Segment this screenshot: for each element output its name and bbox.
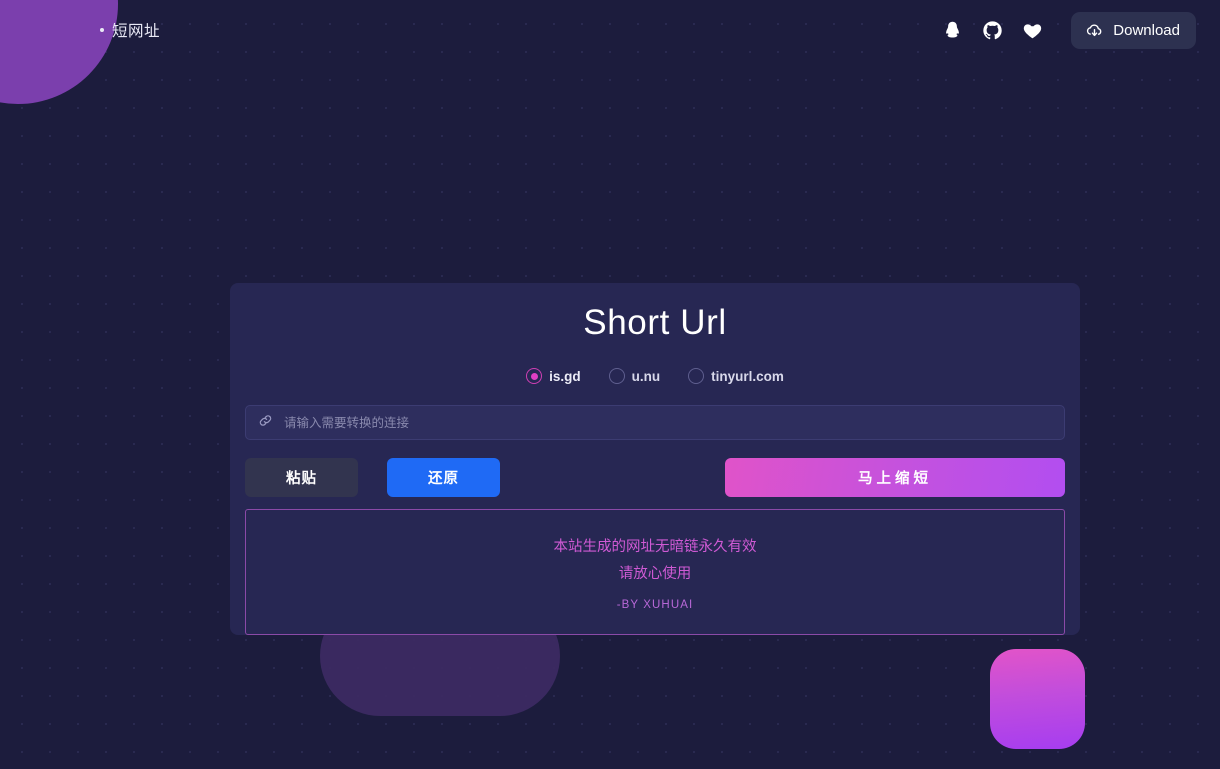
notice-box: 本站生成的网址无暗链永久有效 请放心使用 -BY XUHUAI: [245, 509, 1065, 635]
heart-icon[interactable]: [1021, 19, 1043, 41]
notice-author: -BY XUHUAI: [616, 598, 694, 611]
paste-button[interactable]: 粘贴: [245, 458, 358, 497]
brand-logo[interactable]: 短网址: [100, 19, 160, 41]
provider-option-tinyurl[interactable]: tinyurl.com: [688, 368, 784, 384]
notice-line-1: 本站生成的网址无暗链永久有效: [553, 538, 757, 555]
brand-bullet-icon: [100, 28, 104, 32]
radio-icon-unu: [608, 368, 625, 384]
brand-label: 短网址: [112, 23, 161, 40]
provider-radio-group: is.gd u.nu tinyurl.com: [245, 368, 1065, 384]
page-title: Short Url: [583, 303, 727, 342]
url-input[interactable]: [284, 415, 1052, 430]
qq-icon[interactable]: [941, 19, 963, 41]
top-bar: 短网址 Download: [0, 0, 1220, 60]
decorative-square-bottom-right: [990, 649, 1085, 749]
provider-label-tinyurl: tinyurl.com: [711, 368, 784, 384]
notice-line-2: 请放心使用: [618, 565, 692, 582]
download-button[interactable]: Download: [1071, 11, 1196, 49]
radio-icon-isgd: [526, 368, 543, 384]
github-icon[interactable]: [981, 19, 1003, 41]
provider-label-isgd: is.gd: [549, 368, 581, 384]
provider-option-isgd[interactable]: is.gd: [526, 368, 581, 384]
cloud-download-icon: [1085, 21, 1104, 40]
provider-option-unu[interactable]: u.nu: [608, 368, 661, 384]
url-input-container[interactable]: [245, 405, 1065, 440]
shorten-button[interactable]: 马上缩短: [725, 458, 1065, 497]
link-icon: [258, 413, 273, 433]
radio-icon-tinyurl: [688, 368, 705, 384]
header-actions: Download: [941, 11, 1196, 49]
short-url-card: Short Url is.gd u.nu tinyurl.com 粘贴 还原 马…: [230, 283, 1080, 635]
restore-button[interactable]: 还原: [387, 458, 500, 497]
provider-label-unu: u.nu: [631, 368, 661, 384]
download-label: Download: [1113, 21, 1180, 39]
action-button-row: 粘贴 还原 马上缩短: [245, 458, 1065, 497]
